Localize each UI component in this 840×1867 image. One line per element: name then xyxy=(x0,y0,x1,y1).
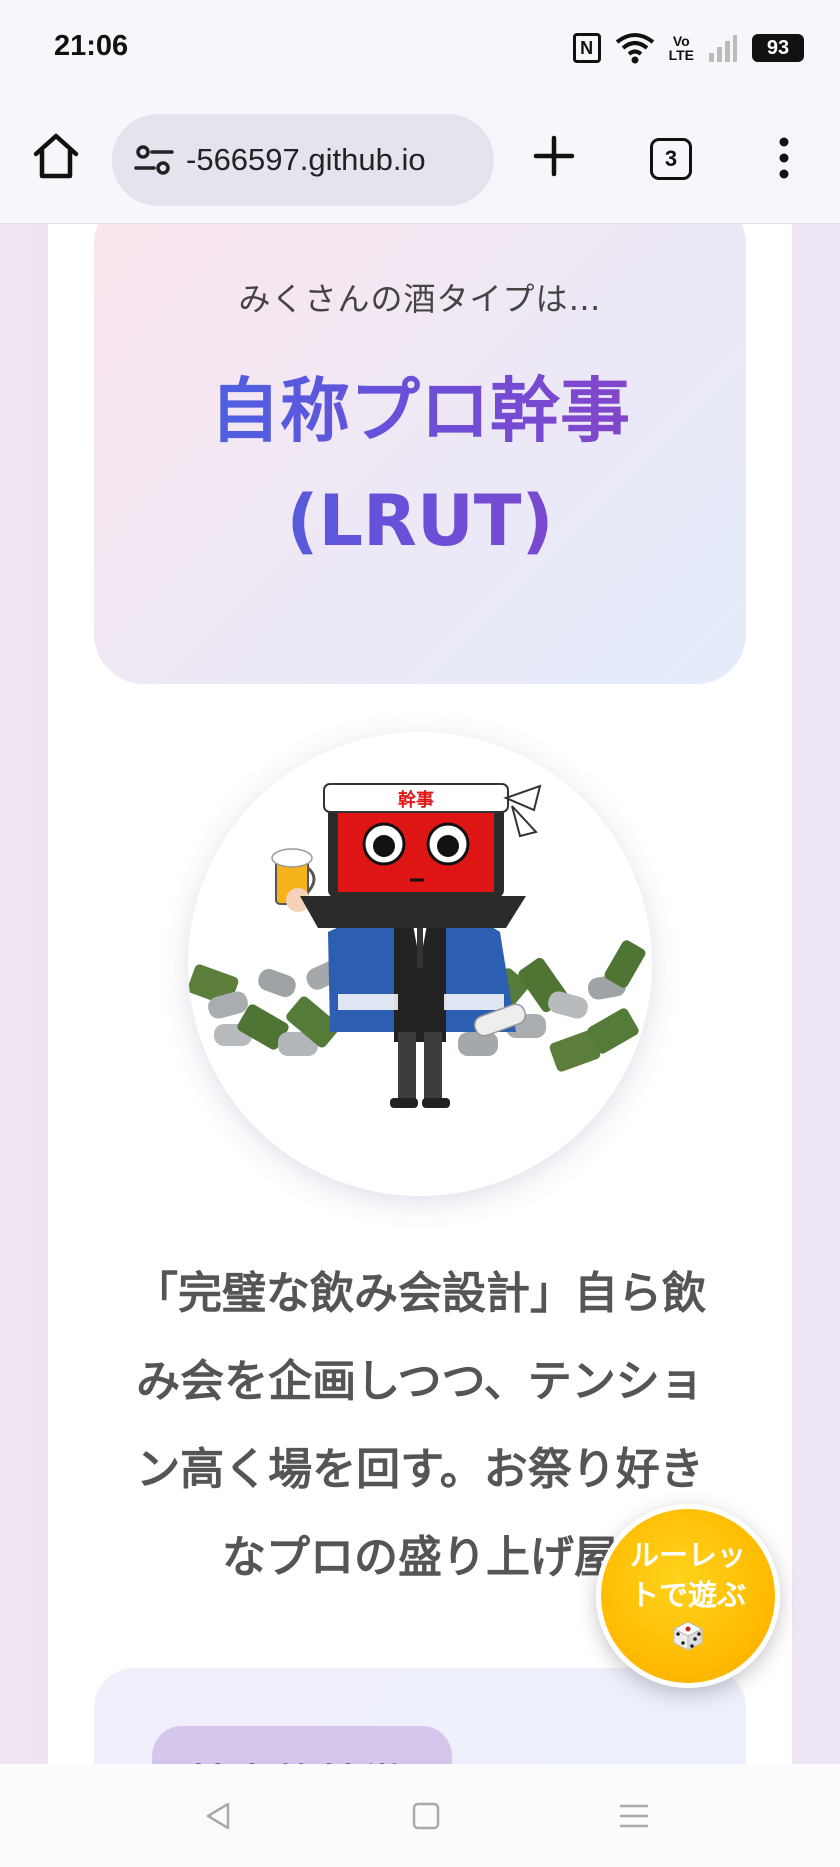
dice-icon xyxy=(672,1621,704,1651)
type-name-line1: 自称プロ幹事 xyxy=(210,370,630,452)
site-settings-icon[interactable] xyxy=(134,140,174,180)
signal-icon xyxy=(708,33,738,63)
home-square-icon[interactable] xyxy=(408,1798,444,1834)
features-heading: 基本的特徴 xyxy=(152,1726,452,1764)
volte-bottom: LTE xyxy=(668,47,694,63)
back-icon[interactable] xyxy=(200,1798,236,1834)
roulette-button[interactable]: ルーレッ トで遊ぶ xyxy=(596,1504,780,1688)
description-line: み会を企画しつつ、テンショ xyxy=(136,1356,704,1407)
laptop-head: 幹事 xyxy=(300,783,542,928)
volte-icon: Vo LTE xyxy=(669,34,694,62)
tabs-icon[interactable]: 3 xyxy=(650,138,692,180)
volte-top: Vo xyxy=(672,33,690,49)
browser-toolbar: -566597.github.io 3 xyxy=(0,100,840,224)
type-name-line2: (LRUT) xyxy=(286,480,554,562)
roulette-label-line2: トで遊ぶ xyxy=(629,1578,746,1612)
url-text: -566597.github.io xyxy=(186,142,426,177)
url-bar[interactable]: -566597.github.io xyxy=(112,114,494,206)
home-icon[interactable] xyxy=(30,130,82,182)
description-line: 「完璧な飲み会設計」自ら飲 xyxy=(134,1268,706,1319)
roulette-label-line1: ルーレッ xyxy=(629,1538,746,1572)
result-intro: みくさんの酒タイプは… xyxy=(238,280,602,318)
result-header: みくさんの酒タイプは… 自称プロ幹事 (LRUT) xyxy=(94,224,746,684)
features-heading-chip: 基本的特徴 xyxy=(152,1726,452,1764)
type-name: 自称プロ幹事 (LRUT) xyxy=(94,356,746,576)
description-line: ン高く場を回す。お祭り好き xyxy=(136,1444,704,1495)
features-section: 基本的特徴 xyxy=(94,1668,746,1764)
type-illustration: 幹事 xyxy=(188,732,652,1196)
wifi-icon xyxy=(615,32,655,64)
status-icons: N Vo LTE 93 xyxy=(572,30,804,66)
status-time: 21:06 xyxy=(54,30,129,62)
recents-icon[interactable] xyxy=(616,1798,652,1834)
nfc-icon: N xyxy=(572,33,601,63)
system-nav-bar xyxy=(0,1764,840,1867)
headband-text: 幹事 xyxy=(398,789,434,811)
battery-indicator: 93 xyxy=(752,34,804,62)
status-bar: 21:06 N Vo LTE 93 xyxy=(0,0,840,100)
more-vert-icon[interactable] xyxy=(770,132,798,184)
plus-icon[interactable] xyxy=(528,130,580,182)
